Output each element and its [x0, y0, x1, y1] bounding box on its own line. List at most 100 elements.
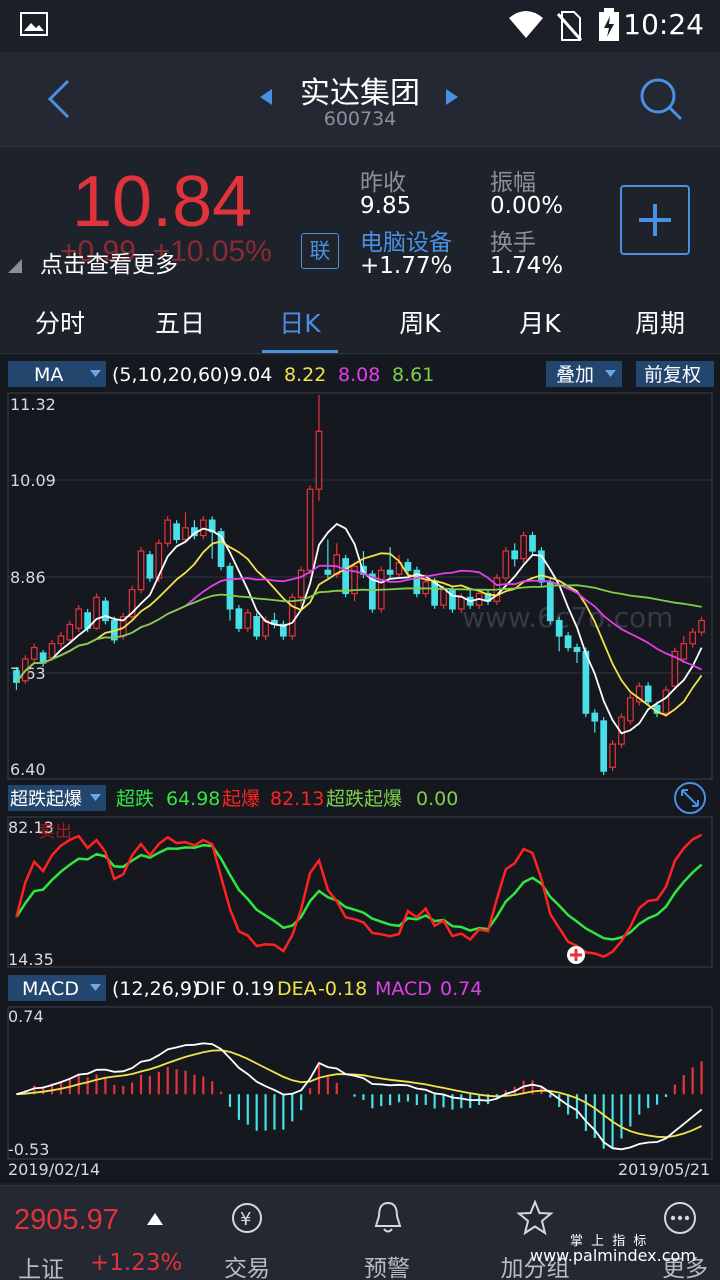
candle: [511, 550, 519, 560]
candle: [555, 619, 563, 637]
fullscreen-icon[interactable]: [674, 782, 706, 814]
macd-dropdown-label: MACD: [22, 978, 79, 1000]
tab-daily-k[interactable]: 日K: [240, 294, 360, 354]
no-sim-icon: [556, 11, 582, 41]
price-grid: [8, 479, 712, 674]
stock-header: 实达集团 600734: [0, 52, 720, 146]
up-arrow-icon: [147, 1213, 163, 1225]
tab-period[interactable]: 周期: [600, 294, 720, 354]
candle: [386, 569, 394, 575]
quote-panel: 10.84 +0.99 +10.05% 点击查看更多 联 昨收 9.85 电脑设…: [0, 146, 720, 292]
buy-signal-icon: [567, 946, 585, 964]
amplitude-label: 振幅: [490, 170, 536, 196]
candle: [546, 581, 554, 622]
search-icon[interactable]: [638, 76, 684, 122]
index-value[interactable]: 2905.97: [14, 1204, 119, 1237]
plus-icon: [639, 204, 671, 236]
tab-monthly-k[interactable]: 月K: [480, 294, 600, 354]
oversold-label: 超跌: [116, 788, 154, 810]
oversold-burst-value: 0.00: [416, 788, 458, 810]
turnover-label: 换手: [490, 230, 536, 256]
candle: [315, 430, 323, 490]
sell-marker: 卖出: [38, 822, 72, 842]
candle: [591, 712, 599, 722]
candle: [609, 743, 616, 768]
candle: [66, 623, 74, 641]
next-stock-icon[interactable]: [444, 88, 460, 106]
candle: [342, 558, 350, 595]
corner-watermark-url: www.palmindex.com: [530, 1246, 696, 1265]
candle: [520, 534, 527, 560]
index-change: +1.23%: [90, 1250, 183, 1276]
candle: [689, 631, 697, 645]
svg-text:¥: ¥: [240, 1209, 251, 1230]
indicator-dropdown-label: 超跌起爆: [10, 789, 82, 810]
candle: [440, 589, 447, 606]
last-price: 10.84: [72, 162, 253, 242]
amplitude-value: 0.00%: [490, 193, 564, 219]
dea-label: DEA: [277, 978, 317, 1000]
candle: [235, 608, 243, 629]
prev-close-label: 昨收: [360, 170, 406, 196]
tab-five-day[interactable]: 五日: [120, 294, 240, 354]
candle: [324, 569, 332, 575]
ma-params: (5,10,20,60): [112, 364, 230, 386]
sector-link[interactable]: 电脑设备: [360, 223, 452, 257]
candle: [182, 527, 189, 541]
candle: [288, 596, 296, 637]
add-watchlist-button[interactable]: [620, 185, 690, 255]
ma20-value: 8.08: [338, 364, 380, 386]
candle: [48, 643, 56, 659]
candle: [582, 650, 590, 714]
price-tick-5: 6.40: [10, 760, 46, 779]
status-bar: 10:24: [0, 0, 720, 52]
dif-label: DIF: [195, 978, 226, 1000]
indicator-panel-frame: [7, 816, 713, 968]
more-icon: [664, 1202, 696, 1234]
candle: [297, 569, 305, 598]
burst-line: [15, 833, 703, 959]
indicator-lines: [15, 833, 703, 959]
macd-panel-frame: [7, 1006, 713, 1160]
ma60-value: 8.61: [392, 364, 434, 386]
related-badge[interactable]: 联: [301, 233, 339, 269]
price-tick-2: 10.09: [10, 471, 56, 490]
oversold-burst-label: 超跌起爆: [326, 788, 402, 810]
candle: [600, 720, 608, 772]
candle: [449, 589, 456, 610]
nav-trade[interactable]: ¥ 交易: [182, 1186, 312, 1280]
candle: [457, 596, 465, 610]
price-tick-3: 8.86: [10, 568, 46, 587]
ma10-value: 8.22: [284, 364, 326, 386]
overlay-label: 叠加: [556, 364, 594, 386]
candle: [146, 554, 154, 579]
macd-bottom: -0.53: [8, 1140, 49, 1159]
candle: [226, 565, 234, 610]
stock-code: 600734: [323, 108, 397, 130]
candle: [698, 619, 705, 633]
tab-intraday[interactable]: 分时: [0, 294, 120, 354]
candle: [57, 635, 65, 645]
candle: [573, 646, 581, 653]
oversold-line: [15, 843, 703, 941]
candle: [502, 550, 510, 579]
dif-value: 0.19: [232, 978, 274, 1000]
candles: [13, 395, 705, 775]
battery-charging-icon: [599, 8, 619, 41]
dif-line: [16, 1042, 703, 1151]
sector-change: +1.77%: [360, 253, 453, 279]
tab-weekly-k[interactable]: 周K: [360, 294, 480, 354]
candle: [662, 689, 670, 714]
dea-value: -0.18: [318, 978, 367, 1000]
adjust-label: 前复权: [644, 364, 701, 386]
active-tab-indicator: [262, 350, 338, 353]
kline-chart[interactable]: MA (5,10,20,60) 9.04 8.22 8.08 8.61 叠加 前…: [0, 355, 720, 1183]
tap-more-hint[interactable]: 点击查看更多: [40, 245, 178, 279]
candle: [564, 635, 572, 649]
candle: [627, 697, 634, 722]
candle: [253, 616, 261, 637]
date-start: 2019/02/14: [8, 1160, 100, 1179]
ma-dropdown-label: MA: [34, 364, 63, 386]
nav-alert[interactable]: 预警: [322, 1186, 452, 1280]
wifi-icon: [509, 11, 543, 38]
